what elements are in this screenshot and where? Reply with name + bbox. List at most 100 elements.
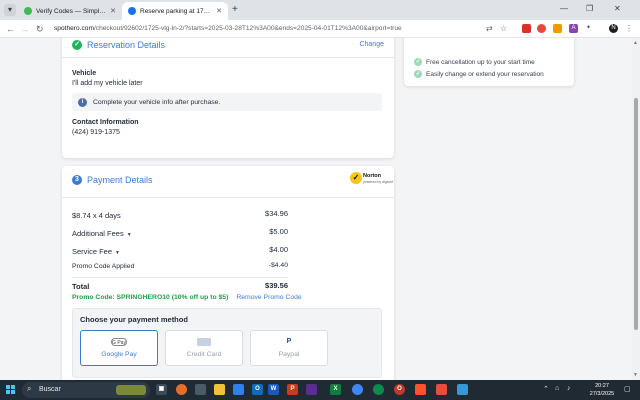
- promo-applied-label: Promo Code Applied: [72, 263, 135, 270]
- payment-details-card: 3 Payment Details ✓ Norton powered by di…: [62, 166, 394, 380]
- benefit-text: Easily change or extend your reservation: [426, 70, 544, 78]
- excel-icon[interactable]: X: [330, 384, 341, 395]
- browser-tab-strip: ▾ Verify Codes — SimplyCodes ✕ Reserve p…: [0, 0, 640, 20]
- extensions-puzzle-icon[interactable]: ✦: [584, 24, 593, 33]
- edge-icon[interactable]: [373, 384, 384, 395]
- tab-verify-codes[interactable]: Verify Codes — SimplyCodes ✕: [18, 2, 122, 20]
- spothero-favicon-icon: [128, 7, 136, 15]
- browser-menu-icon[interactable]: ⋮: [625, 23, 633, 35]
- outlook-icon[interactable]: O: [252, 384, 263, 395]
- scroll-down-icon[interactable]: ▼: [633, 372, 638, 378]
- credit-card-option[interactable]: Credit Card: [165, 330, 243, 366]
- tab-title: Verify Codes — SimplyCodes: [36, 7, 108, 15]
- rate-line-label: $8.74 x 4 days: [72, 211, 121, 220]
- service-fee-toggle[interactable]: Service Fee ▼: [72, 247, 120, 256]
- paypal-icon: P: [286, 338, 292, 345]
- credit-card-icon: [197, 338, 211, 346]
- divider: [62, 57, 394, 58]
- windows-taskbar: ⌕ Buscar ▣ O W P X O ⌃ ⌂ ♪ 20:27 27/3/20…: [0, 380, 640, 400]
- vehicle-label: Vehicle: [72, 70, 97, 77]
- payment-method-title: Choose your payment method: [80, 315, 188, 324]
- extension-red-icon[interactable]: [522, 24, 531, 33]
- contact-phone: (424) 919-1375: [72, 129, 120, 136]
- reservation-details-card: ✓ Reservation Details Change Vehicle I'l…: [62, 38, 394, 158]
- maximize-icon[interactable]: ❐: [586, 4, 593, 13]
- info-text: Complete your vehicle info after purchas…: [93, 98, 221, 106]
- norton-badge: ✓ Norton powered by digicert: [350, 171, 393, 189]
- paypal-option[interactable]: P Paypal: [250, 330, 328, 366]
- payment-method-section: Choose your payment method G Pay Google …: [72, 308, 382, 378]
- window-close-icon[interactable]: ✕: [614, 4, 621, 13]
- check-icon: ✓: [414, 70, 422, 78]
- search-highlight-image: [116, 385, 146, 395]
- norton-brand: Norton: [363, 173, 382, 179]
- search-icon: ⌕: [27, 384, 32, 393]
- close-tab-icon[interactable]: ✕: [110, 7, 116, 15]
- credit-card-label: Credit Card: [186, 351, 222, 358]
- close-tab-icon[interactable]: ✕: [216, 7, 222, 15]
- browser-toolbar: ← → ↻ spothero.com/checkout/92602/1725-v…: [0, 20, 640, 38]
- powerpoint-icon[interactable]: P: [287, 384, 298, 395]
- notification-bell-icon[interactable]: ▢: [624, 385, 631, 393]
- widgets-icon[interactable]: [195, 384, 206, 395]
- file-explorer-icon[interactable]: [214, 384, 225, 395]
- promo-applied-amount: -$4.40: [268, 262, 288, 269]
- tab-reserve-parking[interactable]: Reserve parking at 1725 Villag ✕: [122, 2, 228, 20]
- tray-chevron-icon[interactable]: ⌃: [543, 385, 549, 393]
- extension-honey-icon[interactable]: [553, 24, 562, 33]
- change-link[interactable]: Change: [359, 41, 384, 48]
- brave-icon[interactable]: [415, 384, 426, 395]
- additional-fees-amount: $5.00: [269, 227, 288, 236]
- taskbar-search[interactable]: ⌕ Buscar: [22, 382, 150, 398]
- benefit-item: ✓ Easily change or extend your reservati…: [414, 70, 544, 78]
- search-placeholder: Buscar: [39, 386, 61, 393]
- app-icon[interactable]: [306, 384, 317, 395]
- reload-icon[interactable]: ↻: [36, 23, 44, 35]
- clock-time: 20:27: [595, 383, 609, 389]
- translate-icon[interactable]: ⇄: [486, 23, 493, 35]
- scroll-up-icon[interactable]: ▲: [633, 40, 638, 46]
- payment-header: 3 Payment Details: [72, 175, 153, 185]
- simplycodes-favicon-icon: [24, 7, 32, 15]
- norton-subtitle: powered by digicert: [363, 180, 394, 184]
- address-bar[interactable]: spothero.com/checkout/92602/1725-vlg-ln-…: [54, 22, 514, 36]
- step-number-badge: 3: [72, 175, 82, 185]
- remove-promo-link[interactable]: Remove Promo Code: [236, 294, 301, 301]
- task-view-icon[interactable]: ▣: [156, 384, 167, 395]
- network-icon[interactable]: ⌂: [555, 385, 559, 392]
- google-pay-label: Google Pay: [101, 351, 137, 358]
- bookmark-star-icon[interactable]: ☆: [500, 23, 507, 35]
- store-icon[interactable]: [233, 384, 244, 395]
- forward-icon[interactable]: →: [20, 23, 29, 35]
- reservation-heading: Reservation Details: [87, 40, 166, 50]
- vehicle-value: I'll add my vehicle later: [72, 80, 143, 87]
- checkout-page: ✓ Reservation Details Change Vehicle I'l…: [0, 38, 632, 380]
- new-tab-icon[interactable]: +: [232, 4, 238, 16]
- tab-search-icon[interactable]: ▾: [4, 4, 16, 16]
- google-pay-option[interactable]: G Pay Google Pay: [80, 330, 158, 366]
- opera-icon[interactable]: O: [394, 384, 405, 395]
- profile-avatar[interactable]: N: [609, 24, 618, 33]
- app-red-icon[interactable]: [436, 384, 447, 395]
- chevron-down-icon: ▼: [115, 250, 120, 256]
- total-label: Total: [72, 282, 90, 291]
- service-fee-amount: $4.00: [269, 245, 288, 254]
- extension-circle-icon[interactable]: [537, 24, 546, 33]
- system-clock[interactable]: 20:27 27/3/2025: [586, 382, 618, 398]
- page-scrollbar[interactable]: ▲ ▼: [632, 38, 640, 380]
- scrollbar-thumb[interactable]: [634, 98, 638, 330]
- chrome-icon[interactable]: [352, 384, 363, 395]
- additional-fees-toggle[interactable]: Additional Fees ▼: [72, 229, 132, 238]
- extension-a-icon[interactable]: A: [569, 24, 578, 33]
- windows-start-icon[interactable]: [6, 385, 16, 395]
- minimize-icon[interactable]: —: [560, 4, 568, 13]
- app-blue-icon[interactable]: [457, 384, 468, 395]
- payment-heading: Payment Details: [87, 175, 153, 185]
- reservation-header: ✓ Reservation Details: [72, 40, 165, 50]
- copilot-icon[interactable]: [176, 384, 187, 395]
- vehicle-info-notice: i Complete your vehicle info after purch…: [72, 93, 382, 111]
- volume-icon[interactable]: ♪: [567, 385, 571, 392]
- word-icon[interactable]: W: [268, 384, 279, 395]
- back-icon[interactable]: ←: [6, 23, 15, 35]
- paypal-label: Paypal: [278, 351, 300, 358]
